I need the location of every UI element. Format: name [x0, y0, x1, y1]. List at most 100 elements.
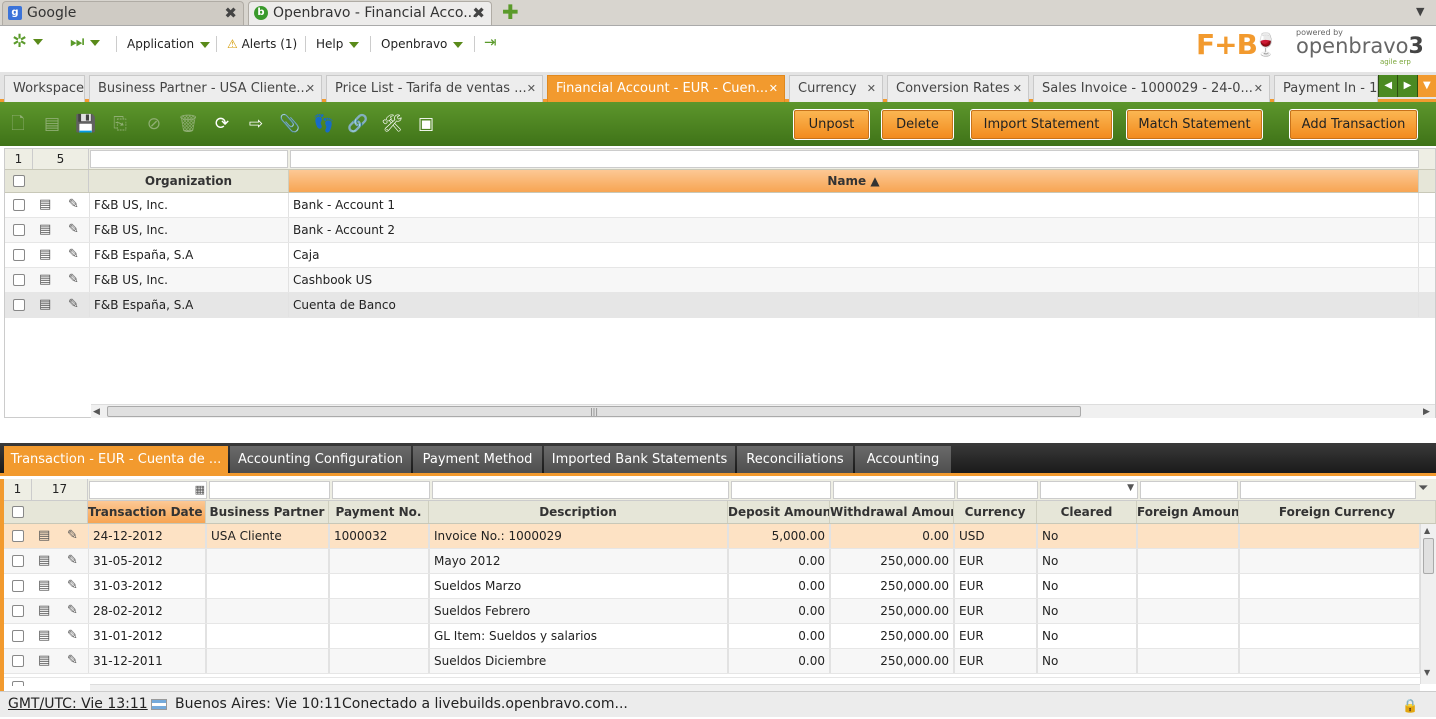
close-icon[interactable]: ✖ — [472, 2, 485, 24]
audit-trail-icon[interactable]: 👣 — [312, 112, 336, 136]
date-filter-input[interactable]: ▦ — [89, 481, 207, 499]
close-icon[interactable]: ✕ — [1013, 76, 1022, 101]
column-payment-no[interactable]: Payment No. — [329, 501, 429, 523]
child-tab[interactable]: Accounting Configuration — [230, 446, 411, 473]
child-tab[interactable]: Reconciliations — [737, 446, 853, 473]
column-withdrawal-amount[interactable]: Withdrawal Amount — [830, 501, 954, 523]
tab-menu-icon[interactable]: ▼ — [1416, 75, 1436, 97]
export-icon[interactable]: ⇨ — [244, 112, 268, 136]
tab-list-icon[interactable]: ▼ — [1416, 5, 1424, 18]
column-deposit-amount[interactable]: Deposit Amount — [728, 501, 830, 523]
tools-icon[interactable]: 🛠 — [380, 112, 404, 136]
link-icon[interactable]: 🔗 — [346, 112, 370, 136]
pencil-icon[interactable]: ✎ — [68, 248, 82, 262]
pencil-icon[interactable]: ✎ — [67, 554, 81, 568]
new-row-icon[interactable]: ▤ — [40, 112, 64, 136]
import-statement-button[interactable]: Import Statement — [970, 109, 1113, 140]
cleared-filter-select[interactable]: ▼ — [1040, 481, 1138, 499]
table-row[interactable]: ▤ ✎ 31-01-2012 GL Item: Sueldos y salarios 0… — [4, 624, 1420, 649]
row-checkbox[interactable] — [12, 555, 24, 567]
delete-button[interactable]: Delete — [881, 109, 954, 140]
payment-no-filter-input[interactable] — [332, 481, 430, 499]
table-row[interactable]: ▤ ✎ 24-12-2012 USA Cliente 1000032 Invoice No… — [4, 524, 1420, 549]
browser-tab-google[interactable]: g Google ✖ — [2, 1, 244, 25]
quick-launch-icon[interactable]: ✲ — [12, 33, 44, 51]
row-checkbox[interactable] — [13, 199, 25, 211]
row-checkbox[interactable] — [13, 224, 25, 236]
window-tab[interactable]: Workspace — [4, 75, 85, 102]
column-organization[interactable]: Organization — [89, 170, 289, 192]
foreign-currency-filter-input[interactable] — [1240, 481, 1416, 499]
table-row[interactable]: ▤ ✎ F&B España, S.A Caja — [5, 243, 1435, 268]
menu-alerts[interactable]: ⚠ Alerts (1) — [227, 36, 297, 52]
business-partner-filter-input[interactable] — [209, 481, 330, 499]
column-business-partner[interactable]: Business Partner — [206, 501, 329, 523]
row-checkbox[interactable] — [12, 630, 24, 642]
save-close-icon[interactable]: ⎘ — [108, 112, 132, 136]
document-icon[interactable]: ▤ — [38, 604, 50, 618]
new-document-icon[interactable]: 🗋 — [6, 112, 30, 136]
refresh-icon[interactable]: ⟳ — [210, 112, 234, 136]
column-currency[interactable]: Currency — [954, 501, 1037, 523]
delete-icon[interactable]: 🗑 — [176, 112, 200, 136]
withdrawal-filter-input[interactable] — [833, 481, 955, 499]
vertical-scrollbar[interactable]: ▲ ▼ — [1420, 524, 1436, 684]
pencil-icon[interactable]: ✎ — [68, 198, 82, 212]
window-tab[interactable]: Business Partner - USA Cliente... ✕ — [89, 75, 322, 102]
table-row[interactable]: ▤ ✎ 31-03-2012 Sueldos Marzo 0.00 250,000.00 E… — [4, 574, 1420, 599]
save-icon[interactable]: 💾 — [74, 112, 98, 136]
row-checkbox[interactable] — [12, 681, 24, 686]
quick-create-icon[interactable]: ⏭ — [70, 34, 101, 50]
row-checkbox[interactable] — [12, 580, 24, 592]
document-icon[interactable]: ▤ — [38, 529, 50, 543]
pencil-icon[interactable]: ✎ — [68, 273, 82, 287]
close-icon[interactable]: ✖ — [224, 2, 237, 24]
table-row[interactable]: ▤ ✎ F&B España, S.A Cuenta de Banco — [5, 293, 1435, 318]
row-checkbox[interactable] — [13, 249, 25, 261]
scrollbar-thumb[interactable] — [1423, 538, 1434, 574]
pencil-icon[interactable]: ✎ — [67, 529, 81, 543]
pencil-icon[interactable]: ✎ — [67, 654, 81, 668]
document-icon[interactable]: ▤ — [39, 223, 51, 237]
column-transaction-date[interactable]: Transaction Date ▼ — [88, 501, 206, 523]
column-cleared[interactable]: Cleared — [1037, 501, 1137, 523]
calendar-icon[interactable]: ▦ — [195, 483, 205, 496]
unpost-button[interactable]: Unpost — [793, 109, 870, 140]
document-icon[interactable]: ▤ — [38, 629, 50, 643]
undo-icon[interactable]: ⊘ — [142, 112, 166, 136]
row-checkbox[interactable] — [13, 274, 25, 286]
close-icon[interactable]: ✕ — [306, 76, 315, 101]
document-icon[interactable]: ▤ — [38, 554, 50, 568]
window-tab[interactable]: Price List - Tarifa de ventas ... ✕ — [326, 75, 543, 102]
row-checkbox[interactable] — [12, 605, 24, 617]
table-row[interactable]: ▤ ✎ F&B US, Inc. Cashbook US — [5, 268, 1435, 293]
close-icon[interactable]: ✕ — [1254, 76, 1263, 101]
pencil-icon[interactable]: ✎ — [68, 298, 82, 312]
print-icon[interactable]: ▣ — [414, 112, 438, 136]
scroll-down-icon[interactable]: ▼ — [1424, 668, 1430, 677]
close-icon[interactable]: ✕ — [867, 76, 876, 101]
browser-tab-openbravo[interactable]: b Openbravo - Financial Acco... ✖ — [248, 1, 492, 25]
pencil-icon[interactable]: ✎ — [67, 629, 81, 643]
window-tab[interactable]: Financial Account - EUR - Cuen... ✕ — [547, 75, 785, 102]
document-icon[interactable]: ▤ — [38, 654, 50, 668]
attach-icon[interactable]: 📎 — [278, 112, 302, 136]
column-foreign-currency[interactable]: Foreign Currency — [1239, 501, 1436, 523]
row-checkbox[interactable] — [12, 530, 24, 542]
scroll-right-icon[interactable]: ▶ — [1423, 407, 1430, 417]
scroll-tabs-right-icon[interactable]: ▶ — [1397, 75, 1417, 97]
menu-openbravo[interactable]: Openbravo — [381, 36, 464, 52]
gmt-time[interactable]: GMT/UTC: Vie 13:11 — [8, 692, 148, 716]
table-row[interactable]: ▤ ✎ 31-05-2012 Mayo 2012 0.00 250,000.00 EUR No — [4, 549, 1420, 574]
scroll-up-icon[interactable]: ▲ — [1424, 526, 1430, 535]
funnel-icon[interactable]: ⏷ — [1418, 481, 1428, 496]
window-tab[interactable]: Currency ✕ — [789, 75, 883, 102]
select-all-checkbox[interactable] — [12, 506, 24, 518]
close-icon[interactable]: ✕ — [527, 76, 536, 101]
column-name[interactable]: Name ▲ — [289, 170, 1419, 192]
row-checkbox[interactable] — [12, 655, 24, 667]
menu-application[interactable]: Application — [127, 36, 211, 52]
horizontal-scrollbar[interactable] — [90, 684, 1420, 691]
table-row[interactable]: ▤ ✎ F&B US, Inc. Bank - Account 2 — [5, 218, 1435, 243]
deposit-filter-input[interactable] — [731, 481, 831, 499]
